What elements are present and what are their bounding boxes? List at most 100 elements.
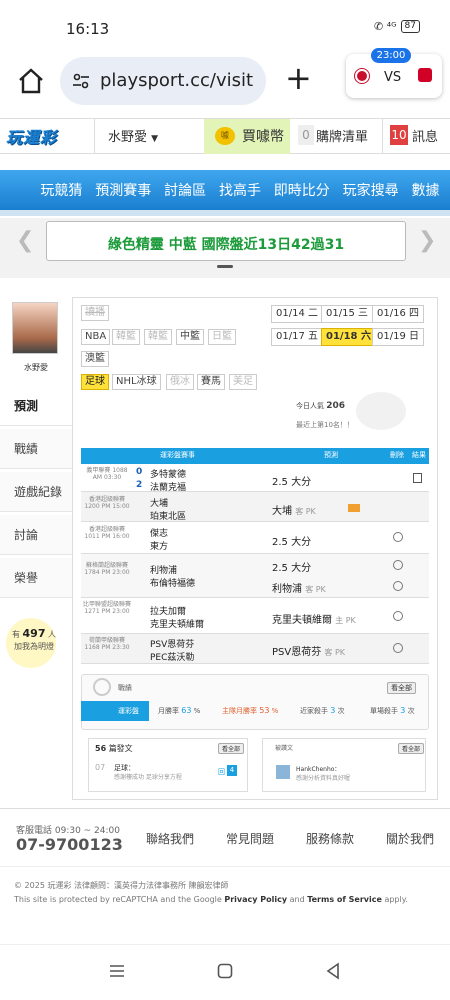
footer-link-about[interactable]: 關於我們 bbox=[386, 830, 434, 847]
popularity-today: 今日人氣 206 bbox=[296, 401, 345, 411]
recent-apps-icon[interactable] bbox=[108, 962, 126, 980]
home-button-icon[interactable] bbox=[216, 962, 234, 980]
col-header-match: 運彩盤賽事 bbox=[160, 451, 195, 459]
date-tab[interactable]: 01/15 三 bbox=[321, 305, 373, 323]
month-winrate: 月勝率 63 % bbox=[158, 706, 200, 716]
main-nav-items: 玩競猜 預測賽事 討論區 找高手 即時比分 玩家搜尋 數據 bbox=[0, 170, 450, 210]
cart-count-badge: 0 bbox=[298, 125, 314, 145]
delete-radio[interactable] bbox=[393, 532, 403, 542]
nav-item-experts[interactable]: 找高手 bbox=[219, 180, 261, 200]
avatar[interactable] bbox=[12, 302, 58, 354]
posts-more-button[interactable]: 看全部 bbox=[218, 743, 245, 754]
user-menu[interactable]: 水野愛 ▼ bbox=[108, 126, 158, 145]
coin-icon: 噱 bbox=[215, 127, 235, 145]
league-tag-active[interactable]: 足球 bbox=[81, 374, 109, 390]
streak-near-label: 近家殺手 bbox=[300, 707, 328, 715]
nav-shadow bbox=[0, 210, 450, 216]
delete-radio[interactable] bbox=[393, 611, 403, 621]
nav-item-forum[interactable]: 討論區 bbox=[164, 180, 206, 200]
delete-radio[interactable] bbox=[393, 643, 403, 653]
percent-sign: % bbox=[193, 707, 201, 715]
footer-link-contact[interactable]: 聯絡我們 bbox=[146, 830, 194, 847]
team-name: 多特蒙德 bbox=[150, 470, 187, 480]
message-count-badge: 10 bbox=[390, 125, 408, 145]
league-tag[interactable]: 讀播 bbox=[81, 305, 109, 321]
chevron-right-icon[interactable]: ❯ bbox=[418, 228, 436, 253]
delete-radio[interactable] bbox=[393, 560, 403, 570]
delete-radio[interactable] bbox=[393, 581, 403, 591]
league-tag[interactable]: 韓籃 bbox=[112, 329, 140, 345]
record-more-button[interactable]: 看全部 bbox=[387, 682, 416, 694]
avatar[interactable] bbox=[276, 765, 290, 779]
footer-link-faq[interactable]: 常見問題 bbox=[226, 830, 274, 847]
sidebar-item-game-log[interactable]: 遊戲紀錄 bbox=[0, 472, 72, 512]
nav-item-player-search[interactable]: 玩家搜尋 bbox=[343, 180, 399, 200]
streak-near: 近家殺手 3 次 bbox=[300, 706, 345, 716]
footer-link-terms[interactable]: 服務條款 bbox=[306, 830, 354, 847]
sidebar-item-predict[interactable]: 預測 bbox=[0, 386, 72, 426]
league-tag[interactable]: NHL冰球 bbox=[112, 374, 161, 390]
date-tab-active[interactable]: 01/18 六 bbox=[321, 328, 376, 346]
messages-link[interactable]: 訊息 bbox=[412, 126, 438, 145]
prediction: 克里夫頓維爾 主 PK bbox=[272, 611, 356, 626]
league-tag[interactable]: 日籃 bbox=[208, 329, 236, 345]
league-tag[interactable]: NBA bbox=[81, 329, 111, 345]
sidebar-item-record[interactable]: 戰績 bbox=[0, 429, 72, 469]
table-row bbox=[81, 492, 429, 522]
nav-item-predict[interactable]: 預測賽事 bbox=[95, 180, 151, 200]
date-tab[interactable]: 01/17 五 bbox=[271, 328, 323, 346]
support-phone[interactable]: 07-9700123 bbox=[16, 835, 123, 854]
cart-link[interactable]: 購牌清單 bbox=[316, 126, 368, 145]
table-row bbox=[81, 554, 429, 598]
prediction-team: 大埔 bbox=[272, 506, 292, 517]
team-name: 拉夫加爾 bbox=[150, 607, 187, 617]
league-tag[interactable]: 俄冰 bbox=[166, 374, 194, 390]
fans-suffix: 人 bbox=[48, 630, 57, 639]
new-tab-icon[interactable]: + bbox=[285, 62, 312, 94]
popularity-label: 今日人氣 bbox=[296, 402, 324, 410]
privacy-policy-link[interactable]: Privacy Policy bbox=[224, 895, 287, 904]
site-logo[interactable]: 玩運彩 bbox=[6, 124, 57, 148]
banner-text[interactable]: 綠色精靈 中藍 國際盤近13日42過31 bbox=[46, 234, 406, 254]
nav-item-livescore[interactable]: 即時比分 bbox=[274, 180, 330, 200]
team-name: 東方 bbox=[150, 542, 169, 552]
league-info: 香港超級聯賽 1011 PM 16:00 bbox=[84, 526, 130, 540]
prediction-team: 克里夫頓維爾 bbox=[272, 615, 332, 626]
month-winrate-value: 63 bbox=[181, 706, 192, 715]
fan-comment: 感謝分析資料真好喔 bbox=[296, 775, 351, 782]
date-tab[interactable]: 01/14 二 bbox=[271, 305, 323, 323]
score: 2 bbox=[136, 480, 143, 490]
terms-of-service-link[interactable]: Terms of Service bbox=[307, 895, 382, 904]
sidebar-item-honor[interactable]: 榮譽 bbox=[0, 558, 72, 598]
league-tag[interactable]: 澳籃 bbox=[81, 351, 109, 367]
home-icon[interactable] bbox=[16, 66, 46, 96]
status-clock: 16:13 bbox=[66, 20, 110, 38]
battery-icon: 87 bbox=[400, 20, 420, 33]
team-name: 珀東北區 bbox=[150, 512, 187, 522]
league-tag[interactable]: 韓籃 bbox=[144, 329, 172, 345]
fans-count[interactable]: 有 497 人 加我為明燈 bbox=[4, 628, 64, 653]
prediction: 2.5 大分 bbox=[272, 477, 312, 488]
back-icon[interactable] bbox=[324, 962, 342, 980]
league-tag[interactable]: 中籃 bbox=[176, 329, 204, 345]
divider bbox=[382, 119, 383, 154]
liked-more-button[interactable]: 看全部 bbox=[398, 743, 425, 754]
date-tab[interactable]: 01/16 四 bbox=[372, 305, 424, 323]
home-winrate-value: 53 bbox=[259, 706, 270, 715]
table-row bbox=[81, 598, 429, 634]
divider bbox=[0, 866, 450, 867]
team-name: 布倫特福德 bbox=[150, 579, 196, 589]
popularity-value: 206 bbox=[326, 401, 346, 411]
chevron-left-icon[interactable]: ❮ bbox=[16, 228, 34, 253]
team-name: PSV恩荷芬 bbox=[150, 640, 195, 650]
status-icons: ✆ ⁴ᴳ 87 bbox=[374, 20, 420, 33]
nav-item-guess[interactable]: 玩競猜 bbox=[40, 180, 82, 200]
sidebar-item-discuss[interactable]: 討論 bbox=[0, 515, 72, 555]
date-tab[interactable]: 01/19 日 bbox=[372, 328, 424, 346]
fan-name[interactable]: HankChenho： bbox=[296, 764, 340, 773]
league-tag[interactable]: 美足 bbox=[229, 374, 257, 390]
league-tag[interactable]: 賽馬 bbox=[197, 374, 225, 390]
url-text[interactable]: playsport.cc/visit bbox=[100, 70, 260, 91]
nav-item-data[interactable]: 數據 bbox=[411, 180, 439, 200]
site-settings-icon[interactable] bbox=[72, 72, 90, 90]
